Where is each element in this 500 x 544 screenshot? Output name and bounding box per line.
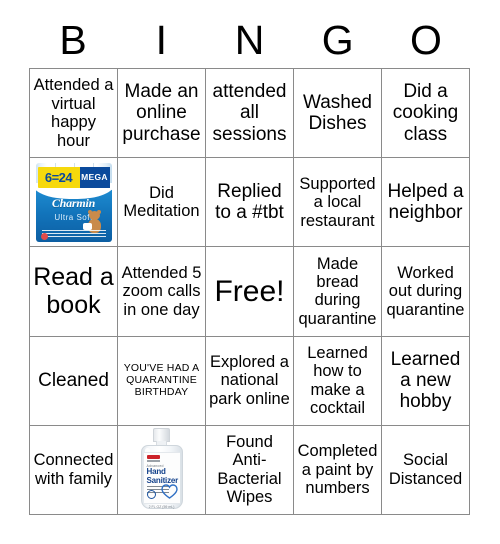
bingo-cell-label: Did a cooking class — [392, 81, 459, 145]
bingo-cell-label: Connected with family — [33, 451, 114, 488]
bingo-cell[interactable]: Helped a neighbor — [382, 158, 470, 248]
bingo-cell-label: Explored a national park online — [209, 352, 290, 408]
bingo-cell[interactable]: attended all sessions — [206, 69, 294, 159]
charmin-fine-print — [41, 229, 106, 239]
bingo-header: B I N G O — [29, 12, 470, 68]
bingo-cell[interactable]: YOU'VE HAD A QUARANTINE BIRTHDAY — [118, 336, 206, 426]
bingo-cell[interactable]: Attended a virtual happy hour — [30, 69, 118, 159]
bingo-header-letter-n: N — [234, 16, 265, 63]
bingo-cell-label: Cleaned — [38, 370, 109, 392]
bingo-cell[interactable]: Replied to a #tbt — [206, 158, 294, 248]
bingo-cell[interactable]: Cleaned — [30, 336, 118, 426]
bingo-cell-label: Learned how to make a cocktail — [307, 343, 368, 418]
bingo-cell-toilet-paper[interactable]: Charmin Ultra Soft 6=24 MEGA — [30, 158, 118, 248]
heart-icon — [160, 484, 178, 499]
bingo-card: B I N G O Attended a virtual happy hour … — [0, 0, 500, 544]
bingo-cell-label: YOU'VE HAD A QUARANTINE BIRTHDAY — [123, 362, 200, 398]
bingo-cell-free-space[interactable]: Free! — [206, 247, 294, 337]
bingo-cell-label: Attended a virtual happy hour — [33, 76, 114, 150]
bingo-cell-label: Did Meditation — [123, 183, 200, 221]
sanitizer-brand-logo-icon — [146, 454, 160, 462]
bingo-cell-label: Social Distanced — [388, 451, 463, 488]
sanitizer-cap — [152, 427, 170, 442]
bingo-cell-label: Made an online purchase — [122, 81, 201, 145]
bingo-cell[interactable]: Attended 5 zoom calls in one day — [118, 247, 206, 337]
bingo-cell-label: Washed Dishes — [303, 91, 372, 135]
bingo-header-letter-g: G — [321, 16, 354, 63]
bingo-cell[interactable]: Worked out during quarantine — [382, 247, 470, 337]
charmin-mega-label: MEGA — [79, 166, 110, 188]
bingo-cell-label: Replied to a #tbt — [215, 181, 284, 224]
bingo-cell-label: Worked out during quarantine — [386, 263, 465, 319]
bingo-cell-label: Supported a local restaurant — [299, 174, 376, 230]
sanitizer-label: Advanced Hand Sanitizer 2 FL OZ (59 mL) — [143, 451, 180, 509]
charmin-promo-value: 6=24 — [44, 169, 73, 185]
bingo-cell-label: Attended 5 zoom calls in one day — [121, 263, 202, 319]
bingo-cell[interactable]: Supported a local restaurant — [294, 158, 382, 248]
bingo-cell[interactable]: Did a cooking class — [382, 69, 470, 159]
bingo-cell-hand-sanitizer[interactable]: Advanced Hand Sanitizer 2 FL OZ (59 mL) — [118, 425, 206, 515]
bingo-grid: Attended a virtual happy hour Made an on… — [29, 68, 470, 515]
charmin-brand-label: Charmin — [51, 195, 96, 210]
bingo-cell[interactable]: Completed a paint by numbers — [294, 425, 382, 515]
bingo-cell[interactable]: Explored a national park online — [206, 336, 294, 426]
charmin-toilet-paper-image: Charmin Ultra Soft 6=24 MEGA — [32, 160, 115, 244]
bingo-cell[interactable]: Made bread during quarantine — [294, 247, 382, 337]
bingo-cell[interactable]: Read a book — [30, 247, 118, 337]
bingo-cell[interactable]: Social Distanced — [382, 425, 470, 515]
sanitizer-badge-icon — [146, 489, 156, 499]
bingo-header-letter-i: I — [155, 16, 167, 63]
bingo-cell[interactable]: Made an online purchase — [118, 69, 206, 159]
bingo-cell[interactable]: Did Meditation — [118, 158, 206, 248]
bingo-cell-label: Found Anti-Bacterial Wipes — [217, 432, 282, 507]
bingo-cell-label: Made bread during quarantine — [298, 254, 377, 328]
bingo-cell-label: Read a book — [33, 263, 114, 320]
bingo-cell[interactable]: Washed Dishes — [294, 69, 382, 159]
bingo-cell-label: Helped a neighbor — [387, 181, 464, 224]
bingo-cell[interactable]: Learned how to make a cocktail — [294, 336, 382, 426]
charmin-promo-banner: 6=24 MEGA — [37, 166, 110, 188]
sanitizer-net-weight: 2 FL OZ (59 mL) — [148, 504, 175, 509]
bingo-cell[interactable]: Found Anti-Bacterial Wipes — [206, 425, 294, 515]
bingo-cell-label: attended all sessions — [212, 81, 287, 145]
hand-sanitizer-image: Advanced Hand Sanitizer 2 FL OZ (59 mL) — [131, 427, 193, 512]
bingo-cell[interactable]: Learned a new hobby — [382, 336, 470, 426]
bingo-header-letter-o: O — [409, 16, 442, 63]
bingo-cell-label: Free! — [214, 274, 285, 308]
bingo-cell-label: Completed a paint by numbers — [297, 442, 378, 498]
sanitizer-title-line1: Hand — [146, 466, 166, 476]
charmin-seal-icon — [40, 232, 48, 240]
bingo-cell[interactable]: Connected with family — [30, 425, 118, 515]
bingo-header-letter-b: B — [59, 16, 87, 63]
bingo-cell-label: Learned a new hobby — [390, 348, 461, 413]
charmin-pack: Charmin Ultra Soft 6=24 MEGA — [32, 162, 115, 242]
